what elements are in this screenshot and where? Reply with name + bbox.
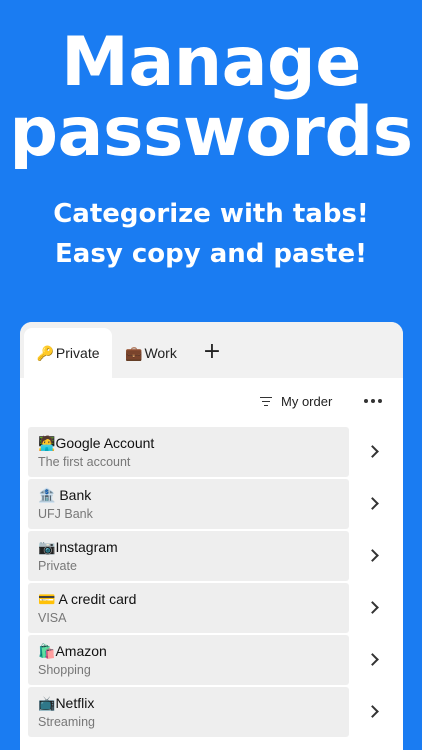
key-icon: 🔑: [36, 344, 54, 361]
list-item-body[interactable]: 🏦 Bank UFJ Bank: [28, 479, 349, 529]
tab-private[interactable]: 🔑 Private: [24, 328, 112, 378]
list-item[interactable]: 🧑‍💻Google Account The first account: [28, 427, 398, 479]
chevron-right-icon[interactable]: [366, 497, 379, 510]
list-item-title: 🏦 Bank: [38, 487, 92, 503]
chevron-right-icon[interactable]: [366, 601, 379, 614]
hero: Manage passwords Categorize with tabs! E…: [0, 0, 422, 274]
list-item-body[interactable]: 💳 A credit card VISA: [28, 583, 349, 633]
hero-title: Manage passwords: [0, 28, 422, 168]
add-tab-button[interactable]: +: [202, 341, 222, 363]
list-item-subtitle: Streaming: [38, 715, 95, 729]
list-item-title: 💳 A credit card: [38, 591, 137, 607]
tab-label: Private: [55, 345, 100, 361]
list-item-subtitle: Shopping: [38, 663, 91, 677]
list-item-body[interactable]: 🧑‍💻Google Account The first account: [28, 427, 349, 477]
list-item-subtitle: The first account: [38, 455, 131, 469]
technologist-icon: 🧑‍💻: [38, 435, 56, 451]
credit-card-icon: 💳: [38, 591, 56, 607]
list-item-title: 📺Netflix: [38, 695, 95, 711]
app-card: 🔑 Private 💼 Work + My order 🧑‍💻Google Ac…: [20, 322, 403, 750]
list-item-subtitle: VISA: [38, 611, 67, 625]
list-item-subtitle: Private: [38, 559, 77, 573]
bank-icon: 🏦: [38, 487, 56, 503]
sort-label: My order: [281, 394, 333, 409]
sort-button[interactable]: My order: [260, 394, 332, 409]
sort-icon: [260, 396, 272, 407]
hero-subtitle: Categorize with tabs! Easy copy and past…: [0, 194, 422, 274]
chevron-right-icon[interactable]: [366, 445, 379, 458]
password-list: 🧑‍💻Google Account The first account 🏦 Ba…: [28, 427, 398, 739]
hero-title-line1: Manage: [61, 23, 361, 102]
hero-subtitle-line2: Easy copy and paste!: [55, 239, 367, 269]
tab-bar: 🔑 Private 💼 Work +: [20, 322, 403, 378]
list-item-title: 🛍️Amazon: [38, 643, 107, 659]
shopping-bags-icon: 🛍️: [38, 643, 56, 659]
list-item[interactable]: 🛍️Amazon Shopping: [28, 635, 398, 687]
hero-subtitle-line1: Categorize with tabs!: [53, 199, 369, 229]
list-item-body[interactable]: 🛍️Amazon Shopping: [28, 635, 349, 685]
list-item-body[interactable]: 📺Netflix Streaming: [28, 687, 349, 737]
camera-icon: 📷: [38, 539, 56, 555]
list-item-subtitle: UFJ Bank: [38, 507, 93, 521]
list-item[interactable]: 📺Netflix Streaming: [28, 687, 398, 739]
list-toolbar: My order: [20, 378, 403, 426]
tab-work[interactable]: 💼 Work: [125, 328, 177, 378]
more-options-button[interactable]: [364, 394, 382, 408]
television-icon: 📺: [38, 695, 56, 711]
tab-label: Work: [144, 345, 177, 361]
briefcase-icon: 💼: [125, 344, 143, 361]
list-item-title: 📷Instagram: [38, 539, 118, 555]
chevron-right-icon[interactable]: [366, 653, 379, 666]
list-item[interactable]: 💳 A credit card VISA: [28, 583, 398, 635]
list-item-body[interactable]: 📷Instagram Private: [28, 531, 349, 581]
list-item-title: 🧑‍💻Google Account: [38, 435, 155, 451]
more-dots-icon: [364, 399, 368, 403]
chevron-right-icon[interactable]: [366, 549, 379, 562]
list-item[interactable]: 📷Instagram Private: [28, 531, 398, 583]
hero-title-line2: passwords: [9, 93, 413, 172]
list-item[interactable]: 🏦 Bank UFJ Bank: [28, 479, 398, 531]
chevron-right-icon[interactable]: [366, 705, 379, 718]
